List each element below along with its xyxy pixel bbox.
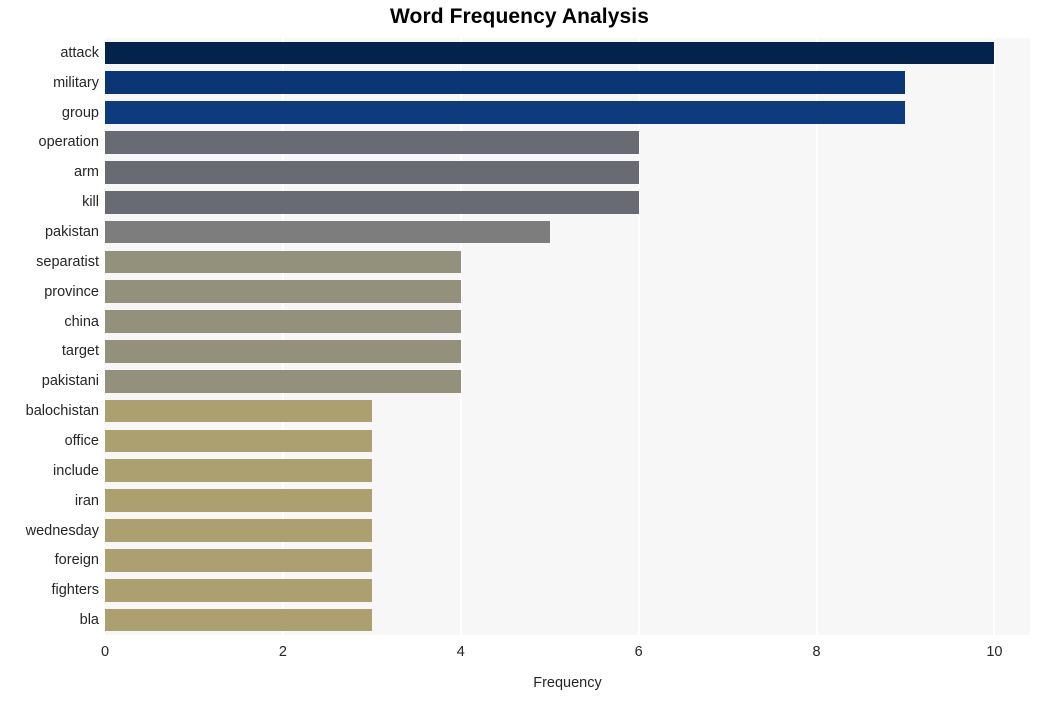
x-axis-labels: 0 2 4 6 8 10: [0, 645, 1039, 669]
gridline-2: [281, 38, 284, 635]
bar-pakistani[interactable]: [105, 369, 461, 393]
bar-foreign[interactable]: [105, 549, 372, 572]
word-frequency-chart: Word Frequency Analysis attack military gr…: [0, 0, 1039, 701]
bar-pakistan[interactable]: [105, 220, 550, 244]
y-tick-label-pakistani: pakistani: [41, 373, 99, 390]
y-tick-label-military: military: [53, 74, 99, 91]
bar-balochistan[interactable]: [105, 399, 372, 423]
bar-row: [105, 519, 1030, 542]
x-tick-label-10: 10: [986, 644, 1003, 660]
y-tick-label-kill: kill: [82, 194, 99, 211]
bar-arm[interactable]: [105, 160, 639, 184]
y-tick-label-wednesday: wednesday: [25, 522, 99, 539]
y-tick-label-attack: attack: [60, 44, 99, 61]
y-tick-label-pakistan: pakistan: [44, 224, 99, 241]
bar-row: [105, 131, 1030, 154]
bar-row: [105, 280, 1030, 304]
y-tick-label-fighters: fighters: [51, 582, 99, 599]
bar-row: [105, 369, 1030, 393]
bar-row: [105, 340, 1030, 363]
y-tick-label-group: group: [61, 104, 99, 121]
bar-iran[interactable]: [105, 489, 372, 512]
y-tick-label-foreign: foreign: [54, 552, 99, 569]
bar-fighters[interactable]: [105, 578, 372, 602]
bar-row: [105, 160, 1030, 184]
gridline-10: [993, 38, 996, 635]
bar-row: [105, 71, 1030, 95]
chart-title: Word Frequency Analysis: [389, 5, 650, 28]
bar-office[interactable]: [105, 429, 372, 453]
y-tick-label-china: china: [64, 313, 99, 330]
bar-target[interactable]: [105, 340, 461, 363]
bar-row: [105, 429, 1030, 453]
bar-row: [105, 459, 1030, 483]
bar-include[interactable]: [105, 459, 372, 483]
y-tick-label-arm: arm: [74, 164, 99, 181]
x-tick-label-6: 6: [634, 644, 643, 660]
x-axis-title: Frequency: [533, 675, 602, 691]
gridline-8: [815, 38, 818, 635]
y-tick-label-bla: bla: [79, 612, 99, 629]
bar-row: [105, 220, 1030, 244]
plot-area: [105, 38, 1030, 635]
y-tick-label-include: include: [53, 462, 99, 479]
y-tick-label-office: office: [64, 432, 99, 449]
y-tick-label-iran: iran: [74, 492, 99, 509]
bar-row: [105, 310, 1030, 333]
gridline-4: [459, 38, 462, 635]
y-tick-label-operation: operation: [38, 134, 99, 151]
bar-kill[interactable]: [105, 190, 639, 214]
bar-operation[interactable]: [105, 131, 639, 154]
bar-wednesday[interactable]: [105, 519, 372, 542]
bar-china[interactable]: [105, 310, 461, 333]
x-tick-label-4: 4: [456, 644, 465, 660]
y-tick-label-separatist: separatist: [36, 253, 99, 270]
x-tick-label-0: 0: [100, 644, 110, 660]
bar-row: [105, 101, 1030, 124]
y-tick-label-balochistan: balochistan: [25, 403, 99, 420]
bar-attack[interactable]: [105, 41, 995, 65]
bar-separatist[interactable]: [105, 250, 461, 274]
y-tick-label-target: target: [61, 343, 99, 360]
bar-row: [105, 549, 1030, 572]
y-tick-label-province: province: [44, 283, 99, 300]
bar-row: [105, 489, 1030, 512]
bar-row: [105, 608, 1030, 632]
bar-row: [105, 41, 1030, 65]
bar-military[interactable]: [105, 71, 906, 95]
bar-group[interactable]: [105, 101, 906, 124]
x-tick-label-8: 8: [812, 644, 821, 660]
bar-bla[interactable]: [105, 608, 372, 632]
bar-row: [105, 578, 1030, 602]
bar-row: [105, 250, 1030, 274]
bar-province[interactable]: [105, 280, 461, 304]
bar-row: [105, 190, 1030, 214]
x-tick-label-2: 2: [278, 644, 287, 660]
y-axis-labels: attack military group operation arm kill pakis…: [0, 38, 99, 635]
gridline-6: [637, 38, 640, 635]
bar-row: [105, 399, 1030, 423]
